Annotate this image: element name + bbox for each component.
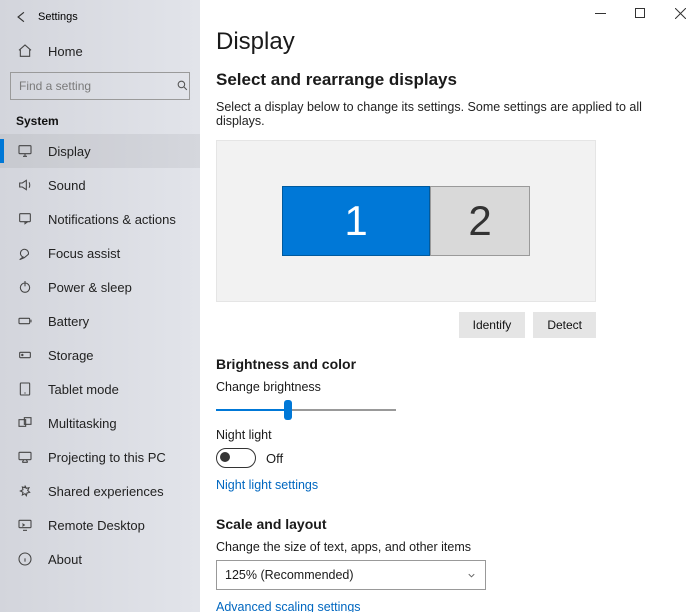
chevron-down-icon: [466, 570, 477, 581]
sidebar-item-battery[interactable]: Battery: [0, 304, 200, 338]
sidebar-item-icon: [16, 210, 34, 228]
rearrange-hint: Select a display below to change its set…: [216, 100, 676, 128]
page-title: Display: [216, 28, 676, 56]
sidebar-item-sound[interactable]: Sound: [0, 168, 200, 202]
display-arrangement-box[interactable]: 1 2: [216, 140, 596, 302]
window-title: Settings: [38, 11, 78, 23]
monitor-1[interactable]: 1: [282, 186, 430, 256]
sidebar-item-icon: [16, 448, 34, 466]
search-input[interactable]: [10, 72, 190, 100]
sidebar-item-icon: [16, 142, 34, 160]
identify-button[interactable]: Identify: [459, 312, 526, 338]
sidebar-item-label: Projecting to this PC: [48, 450, 166, 465]
sidebar-item-icon: [16, 550, 34, 568]
sidebar-item-label: Display: [48, 144, 91, 159]
night-light-state: Off: [266, 451, 283, 466]
sidebar: Settings Home System Display Sound Notific…: [0, 0, 200, 612]
sidebar-item-icon: [16, 176, 34, 194]
monitor-2[interactable]: 2: [430, 186, 530, 256]
sidebar-item-label: Battery: [48, 314, 89, 329]
sidebar-item-icon: [16, 278, 34, 296]
back-button[interactable]: [10, 6, 32, 28]
sidebar-item-icon: [16, 380, 34, 398]
sidebar-item-label: Shared experiences: [48, 484, 164, 499]
sidebar-item-label: Remote Desktop: [48, 518, 145, 533]
sidebar-item-icon: [16, 312, 34, 330]
sidebar-item-about[interactable]: About: [0, 542, 200, 576]
brightness-slider-label: Change brightness: [216, 380, 676, 394]
sidebar-item-label: Power & sleep: [48, 280, 132, 295]
sidebar-item-icon: [16, 244, 34, 262]
sidebar-item-label: Sound: [48, 178, 86, 193]
scale-label: Change the size of text, apps, and other…: [216, 540, 676, 554]
window-controls: [580, 0, 700, 26]
scale-dropdown[interactable]: 125% (Recommended): [216, 560, 486, 590]
sidebar-item-icon: [16, 482, 34, 500]
sidebar-item-projecting-to-this-pc[interactable]: Projecting to this PC: [0, 440, 200, 474]
night-light-settings-link[interactable]: Night light settings: [216, 478, 318, 492]
sidebar-section-label: System: [0, 114, 200, 134]
sidebar-item-multitasking[interactable]: Multitasking: [0, 406, 200, 440]
sidebar-item-label: About: [48, 552, 82, 567]
sidebar-item-power-sleep[interactable]: Power & sleep: [0, 270, 200, 304]
content: Display Select and rearrange displays Se…: [200, 0, 700, 612]
scale-value: 125% (Recommended): [225, 568, 354, 582]
sidebar-item-shared-experiences[interactable]: Shared experiences: [0, 474, 200, 508]
sidebar-item-icon: [16, 516, 34, 534]
sidebar-item-display[interactable]: Display: [0, 134, 200, 168]
sidebar-item-label: Storage: [48, 348, 94, 363]
sidebar-item-focus-assist[interactable]: Focus assist: [0, 236, 200, 270]
detect-button[interactable]: Detect: [533, 312, 596, 338]
night-light-label: Night light: [216, 428, 676, 442]
maximize-button[interactable]: [620, 0, 660, 26]
close-button[interactable]: [660, 0, 700, 26]
search-field[interactable]: [17, 78, 176, 94]
sidebar-item-icon: [16, 346, 34, 364]
sidebar-item-icon: [16, 414, 34, 432]
brightness-slider[interactable]: [216, 400, 396, 420]
sidebar-item-label: Focus assist: [48, 246, 120, 261]
home-icon: [16, 42, 34, 60]
scale-heading: Scale and layout: [216, 516, 676, 532]
advanced-scaling-link[interactable]: Advanced scaling settings: [216, 600, 361, 612]
home-label: Home: [48, 44, 83, 59]
sidebar-item-label: Notifications & actions: [48, 212, 176, 227]
sidebar-item-tablet-mode[interactable]: Tablet mode: [0, 372, 200, 406]
home-button[interactable]: Home: [0, 36, 200, 66]
sidebar-item-storage[interactable]: Storage: [0, 338, 200, 372]
sidebar-item-notifications-actions[interactable]: Notifications & actions: [0, 202, 200, 236]
sidebar-item-label: Tablet mode: [48, 382, 119, 397]
sidebar-item-remote-desktop[interactable]: Remote Desktop: [0, 508, 200, 542]
search-icon: [176, 79, 189, 93]
rearrange-heading: Select and rearrange displays: [216, 70, 676, 90]
night-light-toggle[interactable]: [216, 448, 256, 468]
sidebar-item-label: Multitasking: [48, 416, 117, 431]
minimize-button[interactable]: [580, 0, 620, 26]
brightness-heading: Brightness and color: [216, 356, 676, 372]
